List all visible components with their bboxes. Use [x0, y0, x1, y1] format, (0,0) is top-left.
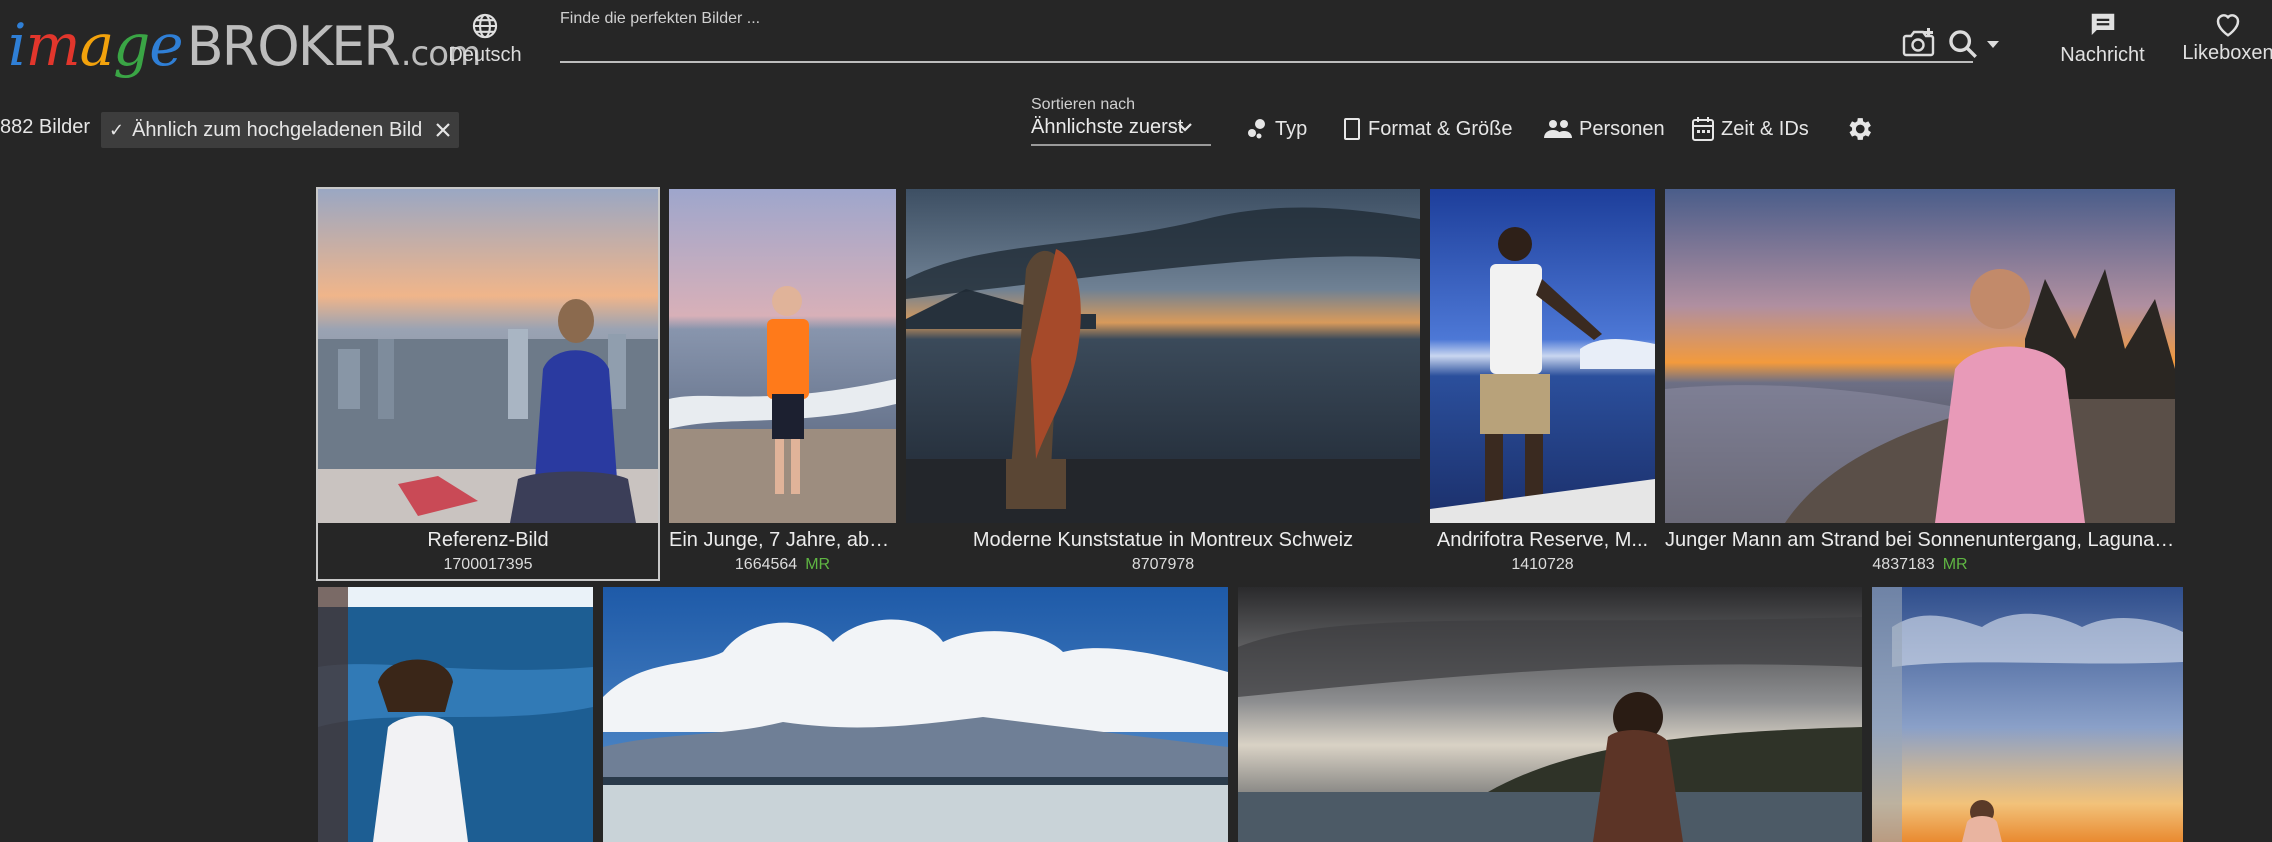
caret-down-icon	[1987, 41, 1999, 48]
result-meta: 8707978	[906, 556, 1420, 574]
imagebroker-logo[interactable]: i m a g e BROKER .com	[8, 10, 481, 80]
calendar-icon	[1692, 117, 1714, 141]
result-id: 1664564	[734, 556, 798, 573]
sort-underline	[1031, 144, 1211, 146]
result-tile-reference[interactable]: Referenz-Bild 1700017395	[318, 189, 658, 579]
settings-button[interactable]	[1844, 114, 1874, 149]
result-image	[1665, 189, 2175, 523]
filter-format-label: Format & Größe	[1368, 117, 1513, 140]
shapes-icon	[1248, 119, 1265, 139]
result-image	[318, 587, 593, 842]
search-label: Finde die perfekten Bilder ...	[560, 10, 761, 27]
result-title: Moderne Kunststatue in Montreux Schweiz	[972, 529, 1354, 551]
result-image	[318, 189, 658, 523]
result-title: Junger Mann am Strand bei Sonnenuntergan…	[1665, 529, 2175, 551]
people-icon	[1544, 120, 1572, 138]
result-tile[interactable]	[1872, 587, 2183, 842]
search-bar: Finde die perfekten Bilder ...	[560, 0, 2005, 66]
result-meta: 4837183 MR	[1665, 556, 2175, 574]
result-image	[1430, 189, 1655, 523]
result-title: Andrifotra Reserve, M...	[1436, 529, 1649, 551]
filter-time-ids[interactable]: Zeit & IDs	[1691, 114, 1809, 144]
language-label: Deutsch	[448, 44, 522, 66]
result-tile[interactable]: Ein Junge, 7 Jahre, abe... 1664564 MR	[669, 189, 896, 579]
camera-search-icon	[1902, 28, 1935, 57]
likebox-label: Likeboxen	[2182, 42, 2272, 64]
result-tile[interactable]: Andrifotra Reserve, M... 1410728	[1430, 189, 1655, 579]
filter-type-label: Typ	[1275, 117, 1308, 140]
result-title: Referenz-Bild	[427, 529, 549, 551]
filter-persons[interactable]: Personen	[1543, 114, 1665, 144]
image-upload-button[interactable]	[1900, 27, 1936, 59]
logo-broker-text: BROKER	[186, 15, 401, 78]
sort-label: Sortieren nach	[1031, 96, 1136, 113]
active-filter-chip[interactable]: ✓ Ähnlich zum hochgeladenen Bild	[101, 112, 459, 148]
format-icon	[1344, 118, 1360, 140]
result-image	[1238, 587, 1862, 842]
result-id: 1700017395	[443, 556, 533, 573]
result-id: 8707978	[1131, 556, 1195, 573]
gear-icon	[1849, 118, 1871, 140]
result-meta: 1410728	[1430, 556, 1655, 574]
model-release-badge: MR	[805, 556, 831, 573]
result-tile[interactable]	[318, 587, 593, 842]
logo-letter: i	[8, 11, 27, 79]
top-bar: i m a g e BROKER .com Deutsch Finde die perfek…	[0, 0, 2272, 88]
close-icon[interactable]	[434, 121, 452, 139]
result-tile[interactable]	[1238, 587, 1862, 842]
result-image	[669, 189, 896, 523]
result-title: Ein Junge, 7 Jahre, abe...	[669, 529, 896, 551]
sort-value: Ähnlichste zuerst	[1031, 116, 1184, 138]
language-switcher[interactable]: Deutsch	[440, 12, 530, 67]
result-count: 882 Bilder	[0, 116, 91, 138]
result-id: 1410728	[1511, 556, 1574, 573]
result-id: 4837183	[1872, 556, 1935, 573]
filter-time-ids-label: Zeit & IDs	[1721, 117, 1809, 140]
result-tile[interactable]	[603, 587, 1228, 842]
result-meta: 1700017395	[318, 556, 658, 574]
result-image	[906, 189, 1420, 523]
message-label: Nachricht	[2060, 44, 2145, 66]
filter-format[interactable]: Format & Größe	[1342, 114, 1512, 144]
model-release-badge: MR	[1942, 556, 1968, 573]
logo-letter: m	[25, 11, 81, 79]
result-tile[interactable]: Junger Mann am Strand bei Sonnenuntergan…	[1665, 189, 2175, 579]
chevron-down-icon	[1178, 123, 1192, 132]
active-filter-label: Ähnlich zum hochgeladenen Bild	[132, 118, 423, 141]
search-input[interactable]	[560, 30, 1973, 63]
heart-icon	[2216, 14, 2240, 37]
filter-type[interactable]: Typ	[1245, 114, 1307, 144]
result-tile[interactable]: Moderne Kunststatue in Montreux Schweiz …	[906, 189, 1420, 579]
logo-letter: e	[149, 11, 183, 79]
check-icon: ✓	[109, 119, 125, 140]
logo-letter: g	[113, 11, 150, 79]
result-meta: 1664564 MR	[669, 556, 896, 574]
result-image	[603, 587, 1228, 842]
message-button[interactable]: Nachricht	[2050, 10, 2155, 67]
search-icon	[1949, 30, 1977, 58]
message-icon	[2091, 13, 2114, 35]
search-button[interactable]	[1946, 27, 2004, 61]
logo-letter: a	[79, 11, 115, 79]
globe-icon	[472, 13, 498, 39]
likebox-button[interactable]: Likeboxen	[2178, 10, 2272, 65]
filter-persons-label: Personen	[1579, 117, 1665, 140]
sort-select[interactable]: Sortieren nach Ähnlichste zuerst	[1031, 94, 1211, 148]
result-image	[1872, 587, 2183, 842]
